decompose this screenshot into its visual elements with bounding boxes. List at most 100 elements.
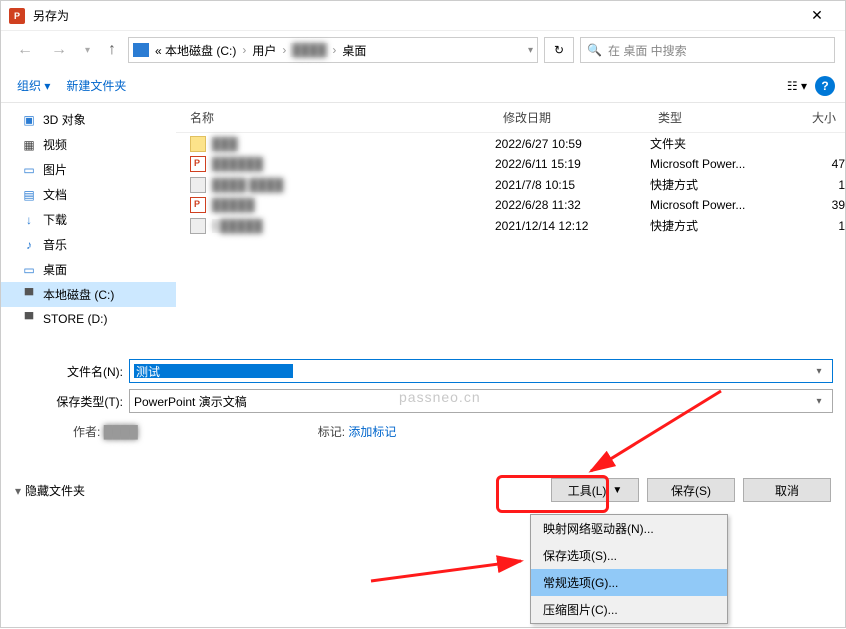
music-icon: ♪ bbox=[21, 237, 37, 253]
doc-icon: ▤ bbox=[21, 187, 37, 203]
search-placeholder: 在 桌面 中搜索 bbox=[608, 42, 687, 59]
sidebar-item-label: 本地磁盘 (C:) bbox=[43, 286, 114, 303]
save-button[interactable]: 保存(S) bbox=[647, 478, 735, 502]
filename-dropdown-icon[interactable]: ▾ bbox=[810, 366, 828, 377]
col-date[interactable]: 修改日期 bbox=[495, 103, 650, 132]
menu-item[interactable]: 压缩图片(C)... bbox=[531, 596, 727, 623]
breadcrumb-root[interactable]: « 本地磁盘 (C:) bbox=[153, 42, 238, 59]
file-size: 39 bbox=[790, 198, 845, 212]
menu-item[interactable]: 常规选项(G)... bbox=[531, 569, 727, 596]
breadcrumb-desktop[interactable]: 桌面 bbox=[340, 42, 368, 59]
sidebar-item-label: 下载 bbox=[43, 211, 67, 228]
main-area: ▣3D 对象▦视频 ▭ 图片 ▤文档↓下载 ♪ 音乐 ▭ 桌面 ▀ 本地磁盘 (C:) ▀STORE… bbox=[1, 103, 845, 351]
chevron-right-icon: › bbox=[278, 43, 290, 57]
author-value: ████ bbox=[104, 425, 138, 439]
add-tag-link[interactable]: 添加标记 bbox=[348, 425, 396, 439]
filetype-select[interactable]: PowerPoint 演示文稿 ▾ bbox=[129, 389, 833, 413]
breadcrumb-username[interactable]: ████ bbox=[290, 43, 328, 57]
sidebar-item-label: 音乐 bbox=[43, 236, 67, 253]
file-date: 2022/6/28 11:32 bbox=[495, 198, 650, 212]
file-name: █████ bbox=[212, 198, 255, 212]
ppt-icon bbox=[190, 197, 206, 213]
sidebar-item-dl[interactable]: ↓下载 bbox=[1, 207, 176, 232]
sidebar-item-disk[interactable]: ▀ 本地磁盘 (C:) bbox=[1, 282, 176, 307]
file-date: 2021/7/8 10:15 bbox=[495, 178, 650, 192]
breadcrumb-user[interactable]: 用户 bbox=[250, 42, 278, 59]
3d-icon: ▣ bbox=[21, 112, 37, 128]
sidebar: ▣3D 对象▦视频 ▭ 图片 ▤文档↓下载 ♪ 音乐 ▭ 桌面 ▀ 本地磁盘 (C:) ▀STORE… bbox=[1, 103, 176, 351]
search-input[interactable]: 🔍 在 桌面 中搜索 bbox=[580, 37, 835, 63]
lnk-icon bbox=[190, 177, 206, 193]
footer: 隐藏文件夹 工具(L)▼ 保存(S) 取消 bbox=[1, 448, 845, 512]
file-size: 47 bbox=[790, 157, 845, 171]
back-button[interactable]: ← bbox=[11, 37, 39, 63]
sidebar-item-desk[interactable]: ▭ 桌面 bbox=[1, 257, 176, 282]
sidebar-item-disk[interactable]: ▀STORE (D:) bbox=[1, 307, 176, 331]
help-button[interactable]: ? bbox=[815, 76, 835, 96]
file-size: 1 bbox=[790, 219, 845, 233]
file-name: ██████ bbox=[212, 157, 263, 171]
tools-button[interactable]: 工具(L)▼ bbox=[551, 478, 639, 502]
filetype-value: PowerPoint 演示文稿 bbox=[134, 393, 247, 410]
view-options[interactable]: ☷ ▾ bbox=[783, 75, 811, 97]
cancel-button[interactable]: 取消 bbox=[743, 478, 831, 502]
img-icon: ▭ bbox=[21, 162, 37, 178]
new-folder-button[interactable]: 新建文件夹 bbox=[60, 73, 132, 98]
file-row[interactable]: █████ 2022/6/28 11:32Microsoft Power...39 bbox=[176, 195, 845, 215]
file-row[interactable]: ██████2022/6/11 15:19Microsoft Power...4… bbox=[176, 154, 845, 174]
forward-button[interactable]: → bbox=[45, 37, 73, 63]
filename-input[interactable] bbox=[134, 364, 293, 378]
chevron-right-icon: › bbox=[328, 43, 340, 57]
filename-input-wrap[interactable]: ▾ bbox=[129, 359, 833, 383]
file-type: Microsoft Power... bbox=[650, 198, 790, 212]
file-date: 2022/6/11 15:19 bbox=[495, 157, 650, 171]
file-name: ████ ████ bbox=[212, 178, 283, 192]
navbar: ← → ▾ ↑ « 本地磁盘 (C:) › 用户 › ████ › 桌面 ▾ ↻… bbox=[1, 31, 845, 69]
search-icon: 🔍 bbox=[587, 43, 602, 57]
address-dropdown-icon[interactable]: ▾ bbox=[528, 45, 533, 56]
hide-folders-toggle[interactable]: 隐藏文件夹 bbox=[15, 482, 85, 499]
sidebar-item-vid[interactable]: ▦视频 bbox=[1, 132, 176, 157]
sidebar-item-label: STORE (D:) bbox=[43, 312, 107, 326]
address-bar[interactable]: « 本地磁盘 (C:) › 用户 › ████ › 桌面 ▾ bbox=[128, 37, 538, 63]
tools-dropdown: 映射网络驱动器(N)...保存选项(S)...常规选项(G)...压缩图片(C)… bbox=[530, 514, 728, 624]
window-title: 另存为 bbox=[33, 7, 797, 24]
sidebar-item-3d[interactable]: ▣3D 对象 bbox=[1, 107, 176, 132]
toolbar: 组织 ▾ 新建文件夹 ☷ ▾ ? bbox=[1, 69, 845, 103]
sidebar-item-music[interactable]: ♪ 音乐 bbox=[1, 232, 176, 257]
desk-icon: ▭ bbox=[21, 262, 37, 278]
filetype-label: 保存类型(T): bbox=[13, 393, 123, 410]
col-size[interactable]: 大小 bbox=[790, 103, 845, 132]
file-pane: 名称 修改日期 类型 大小 ███2022/6/27 10:59文件夹 █████… bbox=[176, 103, 845, 351]
refresh-button[interactable]: ↻ bbox=[544, 37, 574, 63]
ppt-icon bbox=[190, 156, 206, 172]
file-type: 文件夹 bbox=[650, 135, 790, 152]
organize-button[interactable]: 组织 ▾ bbox=[11, 73, 56, 98]
app-icon: P bbox=[9, 8, 25, 24]
file-date: 2022/6/27 10:59 bbox=[495, 137, 650, 151]
col-name[interactable]: 名称 bbox=[176, 103, 495, 132]
file-row[interactable]: ███2022/6/27 10:59文件夹 bbox=[176, 133, 845, 154]
sidebar-item-img[interactable]: ▭ 图片 bbox=[1, 157, 176, 182]
history-dropdown[interactable]: ▾ bbox=[79, 41, 96, 60]
col-type[interactable]: 类型 bbox=[650, 103, 790, 132]
sidebar-item-doc[interactable]: ▤文档 bbox=[1, 182, 176, 207]
chevron-right-icon: › bbox=[238, 43, 250, 57]
tag-label: 标记: bbox=[318, 425, 345, 439]
close-button[interactable]: ✕ bbox=[797, 7, 837, 24]
file-row[interactable]: E█████2021/12/14 12:12快捷方式1 bbox=[176, 215, 845, 236]
up-button[interactable]: ↑ bbox=[102, 37, 122, 63]
sidebar-item-label: 视频 bbox=[43, 136, 67, 153]
sidebar-item-label: 图片 bbox=[43, 161, 67, 178]
menu-item[interactable]: 保存选项(S)... bbox=[531, 542, 727, 569]
sidebar-item-label: 桌面 bbox=[43, 261, 67, 278]
menu-item[interactable]: 映射网络驱动器(N)... bbox=[531, 515, 727, 542]
file-list: ███2022/6/27 10:59文件夹 ██████ 2022/6/11 15:… bbox=[176, 133, 845, 236]
filetype-dropdown-icon[interactable]: ▾ bbox=[810, 396, 828, 407]
filename-label: 文件名(N): bbox=[13, 363, 123, 380]
file-type: 快捷方式 bbox=[650, 217, 790, 234]
disk-icon: ▀ bbox=[21, 287, 37, 303]
file-row[interactable]: ████ ████2021/7/8 10:15快捷方式1 bbox=[176, 174, 845, 195]
author-label: 作者: bbox=[73, 425, 100, 439]
folder-icon bbox=[133, 43, 149, 57]
